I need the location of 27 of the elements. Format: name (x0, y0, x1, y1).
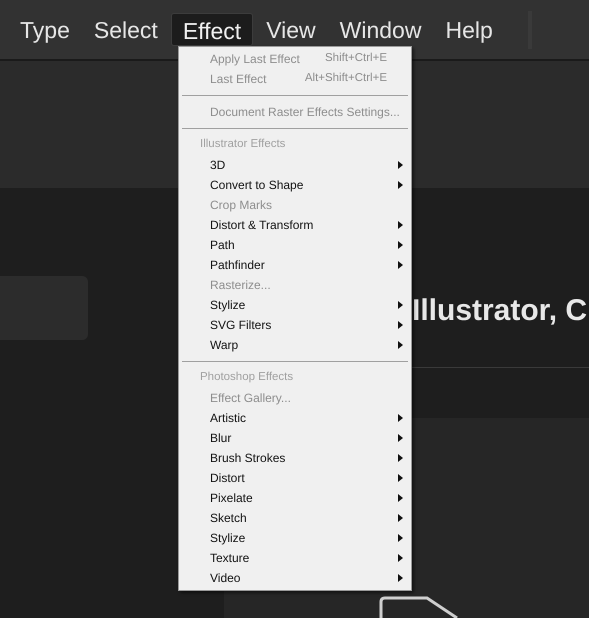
menu-item[interactable]: Distort & Transform (179, 215, 411, 235)
menu-item[interactable]: Stylize (179, 528, 411, 548)
menu-bar-item[interactable]: Help (434, 13, 504, 46)
menu-item[interactable]: Texture (179, 548, 411, 568)
menu-bar-item[interactable]: Type (9, 13, 81, 46)
menu-item[interactable]: Path (179, 235, 411, 255)
menu-item[interactable]: Convert to Shape (179, 175, 411, 195)
menu-section-header: Illustrator Effects (200, 137, 286, 152)
menu-item[interactable]: SVG Filters (179, 315, 411, 335)
menu-item[interactable]: Sketch (179, 508, 411, 528)
menu-item[interactable]: Brush Strokes (179, 448, 411, 468)
menu-item[interactable]: Blur (179, 428, 411, 448)
page-heading: Illustrator, C (412, 294, 588, 327)
menu-item[interactable]: Pixelate (179, 488, 411, 508)
menu-item[interactable]: Distort (179, 468, 411, 488)
menu-bar-item[interactable]: Select (82, 13, 169, 46)
menu-item[interactable]: Stylize (179, 295, 411, 315)
file-icon (379, 596, 459, 618)
menu-bar-item[interactable]: Effect (170, 13, 254, 46)
menu-bar-item[interactable]: Window (328, 13, 432, 46)
menu-item[interactable]: Artistic (179, 408, 411, 428)
menu-item[interactable]: Video (179, 568, 411, 588)
menu-item[interactable]: Warp (179, 335, 411, 355)
menu-item[interactable]: Pathfinder (179, 255, 411, 275)
menu-bar-item[interactable]: View (255, 13, 327, 46)
menu-section-header: Photoshop Effects (200, 370, 294, 386)
menu-item[interactable]: 3D (179, 155, 411, 175)
